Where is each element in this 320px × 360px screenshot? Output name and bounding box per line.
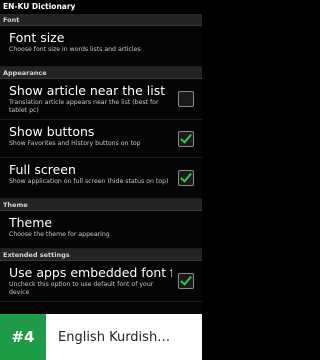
rank-badge: #4 [0,314,46,360]
pref-full-screen[interactable]: Full screen Show application on full scr… [0,158,202,199]
pref-summary: Uncheck this option to use default font … [9,281,154,296]
embedded-font-checkbox[interactable] [178,273,194,289]
app-title: EN-KU Dictionary [3,2,76,11]
checkmark-icon [180,170,192,183]
pref-title: Use apps embedded font for s [9,265,172,280]
full-screen-checkbox[interactable] [178,170,194,186]
pref-show-article[interactable]: Show article near the list Translation a… [0,79,202,120]
pref-title: Theme [9,215,53,230]
pref-summary: Choose the theme for appearing [9,231,110,238]
pref-summary: Translation article appears near the lis… [9,99,159,114]
section-header-appearance: Appearance [0,67,202,79]
pref-summary: Choose font size in words lists and arti… [9,46,141,53]
section-header-theme: Theme [0,199,202,211]
pref-show-buttons[interactable]: Show buttons Show Favorites and History … [0,120,202,158]
pref-summary: Show application on full screen (hide st… [9,178,169,185]
show-article-checkbox[interactable] [178,91,194,107]
app-title-bar: EN-KU Dictionary [0,0,202,14]
pref-title: Font size [9,30,65,45]
pref-summary: Show Favorites and History buttons on to… [9,140,141,147]
section-header-font: Font [0,14,202,26]
app-name[interactable]: English Kurdish… [46,330,196,345]
checkmark-icon [180,273,192,286]
pref-font-size[interactable]: Font size Choose font size in words list… [0,26,202,67]
pref-embedded-font[interactable]: Use apps embedded font for s Uncheck thi… [0,261,202,302]
section-header-extended: Extended settings [0,249,202,261]
settings-list[interactable]: Font Font size Choose font size in words… [0,14,202,314]
pref-title: Show article near the list [9,83,166,98]
app-rank-banner[interactable]: #4 English Kurdish… [0,314,202,360]
pref-theme[interactable]: Theme Choose the theme for appearing [0,211,202,249]
pref-title: Show buttons [9,124,95,139]
checkmark-icon [180,130,192,144]
show-buttons-checkbox[interactable] [178,130,194,147]
pref-title: Full screen [9,162,76,177]
